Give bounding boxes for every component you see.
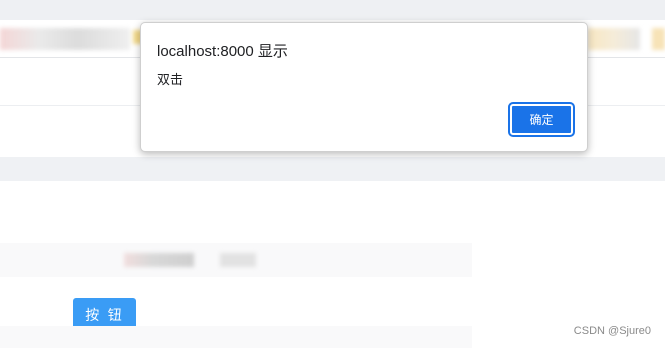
blurred-bookmark — [0, 28, 130, 50]
blurred-bookmark — [652, 28, 665, 50]
page-section-divider — [0, 157, 665, 181]
browser-tab-strip — [0, 0, 665, 20]
dialog-message: 双击 — [157, 73, 184, 88]
ok-button[interactable]: 确定 — [508, 102, 575, 137]
blurred-text — [220, 253, 256, 267]
blurred-text — [124, 253, 194, 267]
blurred-bookmark — [588, 28, 640, 50]
blurred-content-row — [0, 326, 472, 348]
blurred-content-row — [0, 243, 472, 277]
alert-dialog: localhost:8000 显示 双击 确定 — [140, 22, 588, 152]
dialog-title: localhost:8000 显示 — [157, 43, 288, 60]
watermark: CSDN @Sjure0 — [573, 325, 651, 337]
